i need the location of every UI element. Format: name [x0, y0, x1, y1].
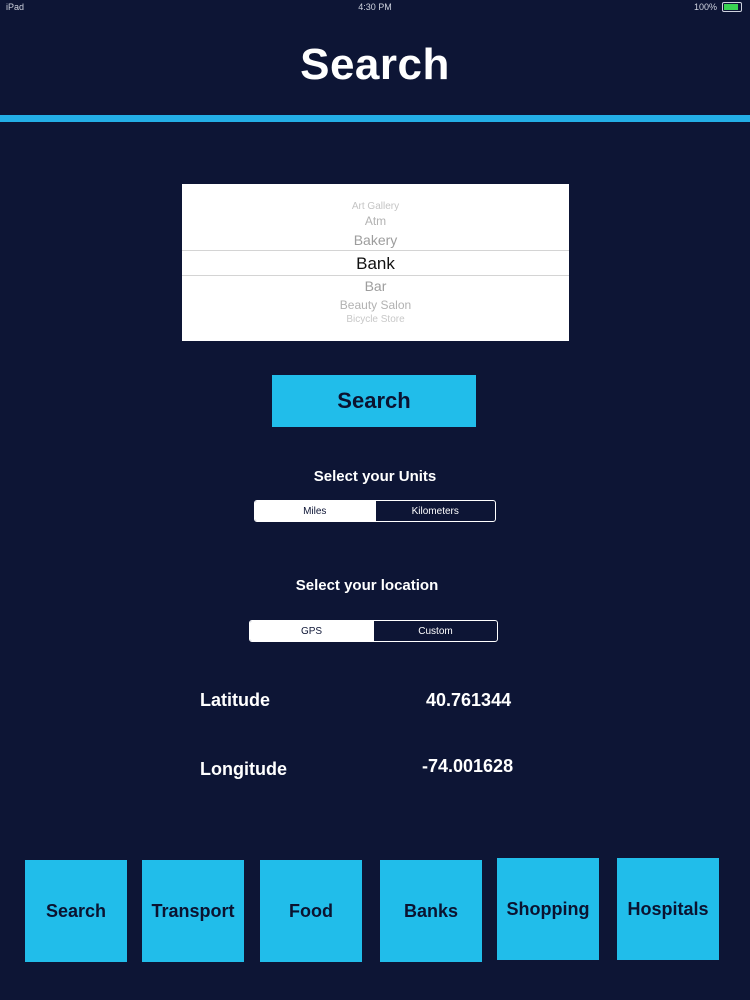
picker-item[interactable]: Bicycle Store [182, 314, 569, 325]
picker-item[interactable]: Bakery [182, 232, 569, 248]
place-type-picker[interactable]: Art Gallery Atm Bakery Bank Bar Beauty S… [182, 184, 569, 341]
picker-item[interactable]: Atm [182, 214, 569, 228]
page-title: Search [300, 40, 450, 89]
tab-food[interactable]: Food [260, 860, 362, 962]
location-label: Select your location [295, 577, 439, 594]
battery-percent: 100% [693, 2, 717, 12]
status-time: 4:30 PM [358, 2, 392, 12]
tab-hospitals[interactable]: Hospitals [617, 858, 719, 960]
battery-icon [722, 2, 742, 12]
picker-item[interactable]: Bar [182, 278, 569, 294]
picker-item-selected[interactable]: Bank [182, 254, 569, 274]
status-bar: iPad 4:30 PM 100% [0, 0, 750, 16]
units-label: Select your Units [313, 468, 437, 485]
picker-item[interactable]: Art Gallery [182, 201, 569, 212]
segment-gps[interactable]: GPS [250, 621, 373, 641]
longitude-label: Longitude [200, 759, 287, 779]
picker-item[interactable]: Beauty Salon [182, 298, 569, 312]
longitude-value: -74.001628 [422, 756, 514, 776]
tab-transport[interactable]: Transport [142, 860, 244, 962]
segment-custom[interactable]: Custom [373, 621, 497, 641]
segment-kilometers[interactable]: Kilometers [374, 501, 496, 521]
title-divider [0, 115, 750, 122]
latitude-value: 40.761344 [426, 690, 512, 710]
location-segmented-control[interactable]: GPS Custom [249, 620, 498, 642]
latitude-label: Latitude [200, 690, 270, 710]
tab-banks[interactable]: Banks [380, 860, 482, 962]
units-segmented-control[interactable]: Miles Kilometers [254, 500, 496, 522]
segment-miles[interactable]: Miles [255, 501, 375, 521]
tab-shopping[interactable]: Shopping [497, 858, 599, 960]
search-button[interactable]: Search [272, 375, 476, 427]
tab-search[interactable]: Search [25, 860, 127, 962]
status-right: 100% [694, 2, 742, 12]
